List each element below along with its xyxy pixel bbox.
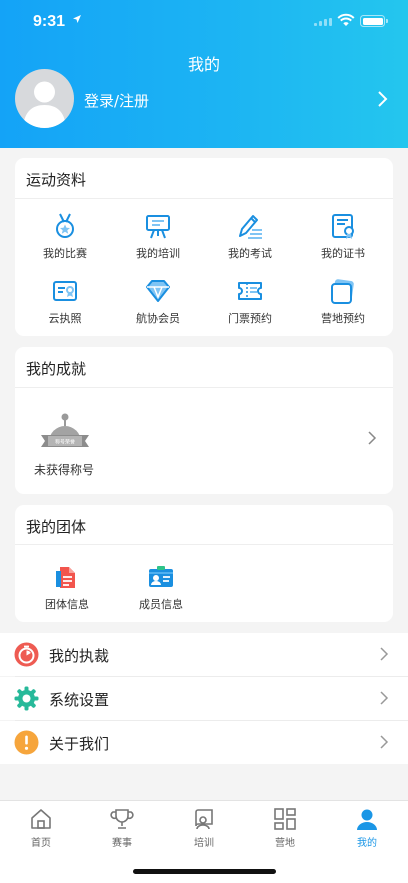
menu-label: 我的执裁 [49,647,110,665]
cloud-license-item[interactable]: 云执照 [20,277,110,326]
item-label: 门票预约 [228,312,272,325]
tab-training[interactable]: 培训 [164,807,244,849]
wifi-icon [337,13,355,26]
trophy-icon [110,809,134,829]
battery-icon [360,15,388,27]
gear-icon [14,686,39,711]
group-doc-icon [56,567,75,588]
status-bar: 9:31 [0,0,408,44]
status-time: 9:31 [33,13,66,30]
ticket-booking-item[interactable]: 门票预约 [205,277,295,326]
menu-item-system-settings[interactable]: 系统设置 [0,677,408,720]
item-label: 云执照 [48,312,82,325]
menu-item-my-judging[interactable]: 我的执裁 [0,633,408,676]
ticket-icon [238,282,262,300]
license-icon [53,281,77,301]
member-info-item[interactable]: 成员信息 [116,563,206,612]
tab-camp[interactable]: 营地 [245,807,325,849]
timer-icon [14,642,39,667]
item-label: 我的证书 [321,247,365,260]
my-group-title: 我的团体 [26,518,87,536]
tab-label: 首页 [31,838,51,849]
cellular-signal-icon [314,18,332,26]
user-icon [357,809,377,830]
tab-label: 赛事 [112,838,132,849]
my-exam-item[interactable]: 我的考试 [205,212,295,261]
item-label: 我的比赛 [43,247,87,260]
tab-label: 我的 [357,838,377,849]
item-label: 成员信息 [139,598,183,611]
chevron-right-icon [380,647,389,661]
divider [15,387,393,388]
location-arrow-icon [73,15,81,23]
camp-booking-item[interactable]: 营地预约 [298,277,388,326]
camp-grid-icon [274,808,296,830]
divider [15,544,393,545]
no-title-label: 未获得称号 [34,463,95,477]
exam-pen-icon [239,215,262,239]
my-training-item[interactable]: 我的培训 [113,212,203,261]
home-indicator [133,869,276,874]
item-label: 航协会员 [136,312,180,325]
item-label: 我的考试 [228,247,272,260]
member-card-icon [149,566,173,587]
group-info-item[interactable]: 团体信息 [22,563,112,612]
my-competition-item[interactable]: 我的比赛 [20,212,110,261]
login-register-link[interactable]: 登录/注册 [84,90,149,111]
title-badge-icon: 称号荣誉 [41,413,89,447]
svg-text:称号荣誉: 称号荣誉 [55,439,75,446]
tab-label: 营地 [275,838,295,849]
association-member-item[interactable]: 航协会员 [113,277,203,326]
menu-label: 关于我们 [49,735,110,753]
tab-mine[interactable]: 我的 [327,807,407,849]
achievement-card[interactable]: 我的成就 称号荣誉 未获得称号 [15,347,393,494]
chevron-right-icon[interactable] [365,431,379,445]
menu-item-about-us[interactable]: 关于我们 [0,721,408,764]
tab-events[interactable]: 赛事 [82,807,162,849]
certificate-icon [332,214,354,239]
avatar[interactable] [15,69,74,128]
default-avatar-icon [23,81,66,128]
diamond-icon [146,280,170,302]
medal-icon [56,213,74,238]
profile-header: 9:31 我的 登录/注册 [0,0,408,148]
sports-data-card: 运动资料 我的比赛 我的培训 我的考试 我的证书 云执照 航协会员 门票预约 营… [15,158,393,336]
info-icon [14,730,39,755]
my-group-card: 我的团体 团体信息 成员信息 [15,505,393,622]
page-title: 我的 [187,55,220,74]
item-label: 营地预约 [321,312,365,325]
item-label: 我的培训 [136,247,180,260]
camp-icon [331,279,354,304]
home-icon [31,809,51,829]
easel-icon [146,215,170,239]
chevron-right-icon [380,691,389,705]
sports-data-title: 运动资料 [26,171,87,189]
tab-home[interactable]: 首页 [1,807,81,849]
chevron-right-icon[interactable] [374,90,392,108]
tab-label: 培训 [194,838,214,849]
item-label: 团体信息 [45,598,89,611]
chevron-right-icon [380,735,389,749]
my-certificate-item[interactable]: 我的证书 [298,212,388,261]
menu-label: 系统设置 [49,691,110,709]
training-icon [195,809,213,830]
achievement-title: 我的成就 [26,360,87,378]
divider [15,198,393,199]
